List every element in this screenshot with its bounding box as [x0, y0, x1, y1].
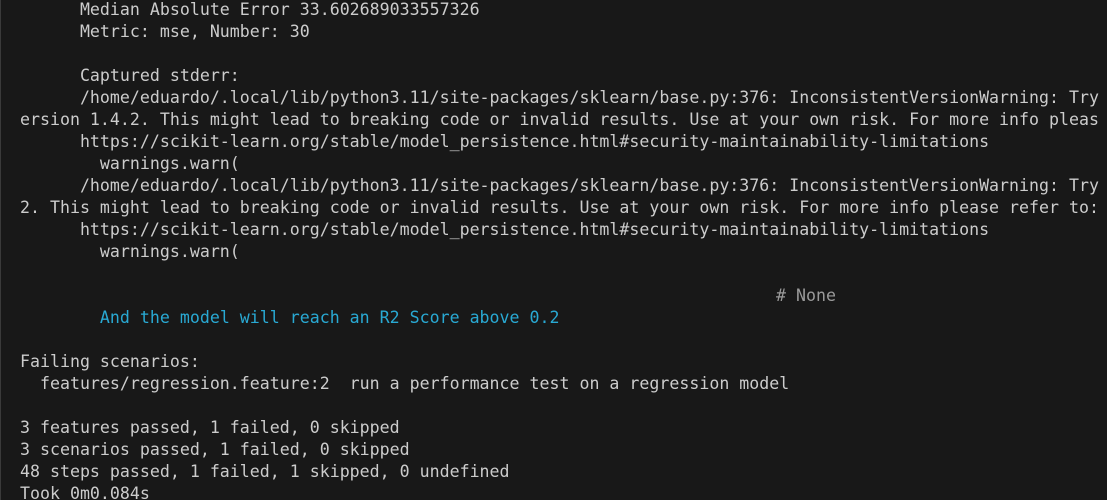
summary-failing-header: Failing scenarios: — [20, 352, 200, 371]
output-line-metric: Metric: mse, Number: 30 — [20, 22, 310, 41]
step-line-r2-score: And the model will reach an R2 Score abo… — [20, 285, 1100, 327]
summary-scenarios: 3 scenarios passed, 1 failed, 0 skipped — [20, 440, 410, 459]
output-line-stderr-header: Captured stderr: — [20, 66, 240, 85]
output-line-warning-url: https://scikit-learn.org/stable/model_pe… — [20, 132, 990, 151]
output-line-warning-path: /home/eduardo/.local/lib/python3.11/site… — [20, 88, 1099, 107]
step-text: And the model will reach an R2 Score abo… — [59, 308, 560, 327]
output-line-error-value: Median Absolute Error 33.602689033557326 — [20, 0, 480, 19]
summary-features: 3 features passed, 1 failed, 0 skipped — [20, 418, 400, 437]
output-line-warnings-call: warnings.warn( — [20, 154, 240, 173]
output-line-warning-text: ersion 1.4.2. This might lead to breakin… — [20, 110, 1099, 129]
output-line-warning-url: https://scikit-learn.org/stable/model_pe… — [20, 220, 990, 239]
output-line-warning-text: 2. This might lead to breaking code or i… — [20, 198, 1099, 217]
summary-duration: Took 0m0.084s — [20, 484, 150, 500]
output-line-warning-path: /home/eduardo/.local/lib/python3.11/site… — [20, 176, 1099, 195]
summary-failing-scenario: features/regression.feature:2 run a perf… — [20, 374, 790, 393]
terminal-output[interactable]: Median Absolute Error 33.602689033557326… — [0, 0, 1107, 500]
output-line-warnings-call: warnings.warn( — [20, 242, 240, 261]
step-comment: # None — [776, 286, 836, 305]
summary-steps: 48 steps passed, 1 failed, 1 skipped, 0 … — [20, 462, 510, 481]
